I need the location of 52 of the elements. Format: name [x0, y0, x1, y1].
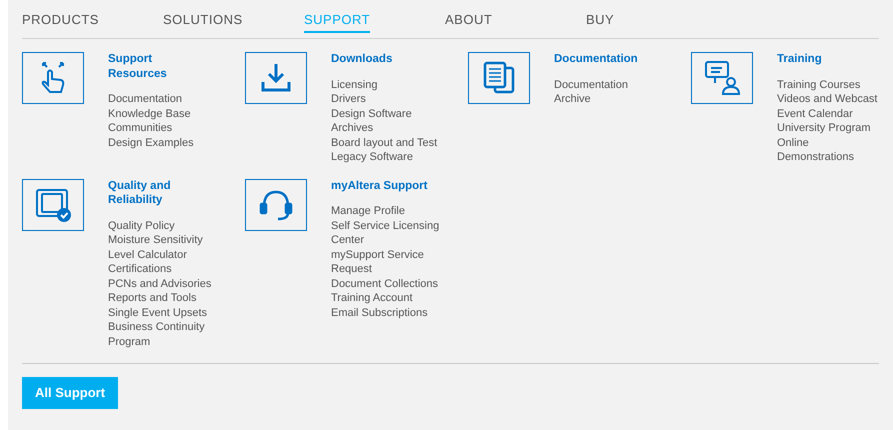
menu-link[interactable]: Board layout and Test	[331, 136, 468, 150]
menu-link[interactable]: Design Examples	[108, 136, 245, 150]
icon-tile[interactable]	[22, 178, 84, 230]
menu-link[interactable]: Level Calculator	[108, 248, 245, 262]
section-heading[interactable]: myAltera Support	[331, 178, 431, 193]
menu-link[interactable]: Communities	[108, 121, 245, 136]
menu-link[interactable]: Design Software	[331, 106, 468, 121]
menu-link[interactable]: Center	[331, 233, 468, 248]
icon-tile[interactable]	[468, 52, 530, 104]
menu-link[interactable]: mySupport Service	[331, 248, 468, 262]
section-heading[interactable]: Training	[777, 52, 877, 66]
menu-link[interactable]: Demonstrations	[777, 150, 893, 164]
menu-link[interactable]: Online	[777, 136, 893, 150]
menu-link[interactable]: Program	[108, 334, 245, 349]
presenter-icon	[702, 58, 742, 98]
nav-tab[interactable]: SOLUTIONS	[163, 12, 304, 33]
section-heading[interactable]: Quality and Reliability	[108, 178, 208, 208]
nav-tab[interactable]: ABOUT	[445, 12, 586, 33]
menu-link[interactable]: Event Calendar	[777, 106, 893, 121]
nav-tab[interactable]: PRODUCTS	[22, 12, 163, 33]
icon-tile[interactable]	[245, 178, 307, 230]
menu-link[interactable]: Videos and Webcast	[777, 92, 893, 106]
menu-link[interactable]: Archive	[554, 92, 691, 106]
menu-link[interactable]: University Program	[777, 121, 893, 136]
menu-link[interactable]: Document Collections	[331, 276, 468, 291]
section-heading[interactable]: Documentation	[554, 52, 654, 66]
menu-link[interactable]: Business Continuity	[108, 320, 245, 334]
icon-tile[interactable]	[245, 52, 307, 104]
menu-link[interactable]: Legacy Software	[331, 150, 468, 164]
menu-link[interactable]: Training Account	[331, 291, 468, 306]
section-heading[interactable]: Support Resources	[108, 52, 208, 81]
menu-link[interactable]: Self Service Licensing	[331, 218, 468, 233]
menu-link[interactable]: Documentation	[554, 78, 691, 92]
menu-link[interactable]: Archives	[331, 121, 468, 136]
section-heading[interactable]: Downloads	[331, 52, 431, 66]
menu-link[interactable]: Certifications	[108, 262, 245, 276]
icon-tile[interactable]	[691, 52, 753, 104]
menu-link[interactable]: Reports and Tools	[108, 291, 245, 306]
menu-link[interactable]: Email Subscriptions	[331, 306, 468, 320]
menu-link[interactable]: Request	[331, 262, 468, 276]
menu-link[interactable]: Documentation	[108, 92, 245, 106]
menu-link[interactable]: PCNs and Advisories	[108, 276, 245, 291]
nav-tab[interactable]: BUY	[586, 12, 727, 33]
menu-link[interactable]: Training Courses	[777, 78, 893, 92]
menu-link[interactable]: Knowledge Base	[108, 106, 245, 121]
menu-link[interactable]: Licensing	[331, 78, 468, 92]
menu-link[interactable]: Moisture Sensitivity	[108, 233, 245, 248]
menu-link[interactable]: Single Event Upsets	[108, 306, 245, 320]
menu-link[interactable]: Drivers	[331, 92, 468, 106]
icon-tile[interactable]	[22, 52, 84, 104]
menu-link[interactable]: Manage Profile	[331, 204, 468, 218]
menu-link[interactable]: Quality Policy	[108, 218, 245, 233]
